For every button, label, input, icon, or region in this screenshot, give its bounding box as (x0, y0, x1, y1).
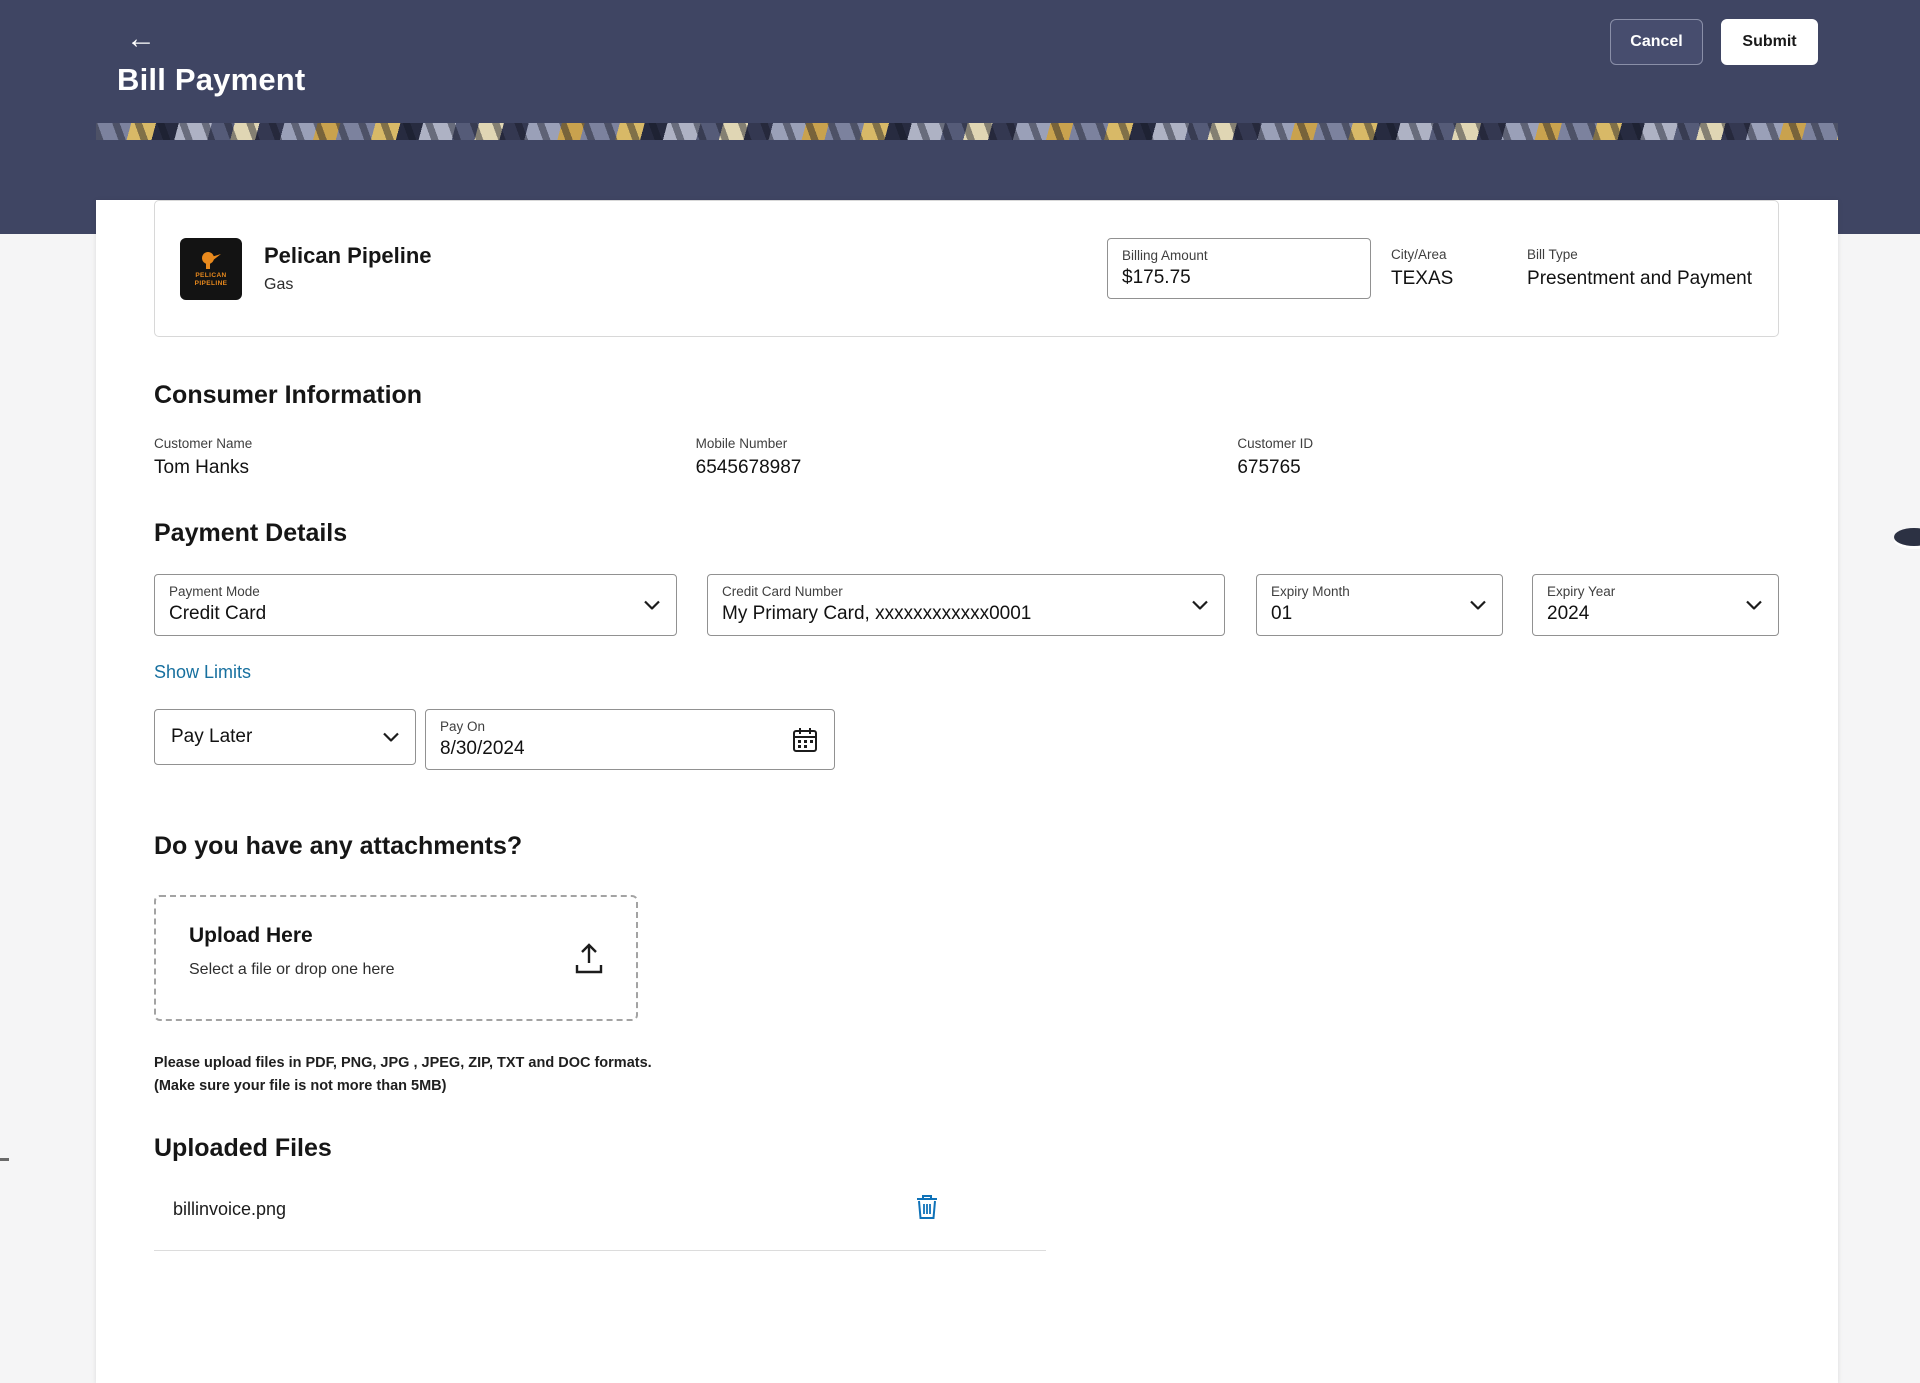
biller-category: Gas (264, 276, 432, 294)
billing-amount-field[interactable]: Billing Amount $175.75 (1107, 238, 1371, 299)
expiry-year-label: Expiry Year (1547, 584, 1764, 599)
file-upload-dropzone[interactable]: Upload Here Select a file or drop one he… (154, 895, 638, 1021)
uploaded-file-name: billinvoice.png (173, 1199, 286, 1219)
decorative-banner-image (96, 123, 1838, 140)
payment-mode-label: Payment Mode (169, 584, 662, 599)
expiry-month-label: Expiry Month (1271, 584, 1488, 599)
customer-id-label: Customer ID (1237, 436, 1779, 451)
biller-name: Pelican Pipeline (264, 243, 432, 269)
mobile-number-label: Mobile Number (696, 436, 1238, 451)
payment-details-heading: Payment Details (154, 519, 1779, 548)
consumer-information-heading: Consumer Information (154, 381, 1779, 410)
credit-card-number-label: Credit Card Number (722, 584, 1210, 599)
upload-size-note: (Make sure your file is not more than 5M… (154, 1078, 1779, 1094)
bill-type-label: Bill Type (1527, 247, 1752, 262)
expiry-year-select[interactable]: Expiry Year 2024 (1532, 574, 1779, 636)
expiry-year-value: 2024 (1547, 603, 1764, 625)
bill-type-value: Presentment and Payment (1527, 268, 1752, 290)
upload-here-title: Upload Here (189, 924, 636, 948)
chevron-down-icon (383, 733, 399, 742)
back-arrow-icon: ← (126, 22, 156, 55)
pay-on-value: 8/30/2024 (440, 738, 820, 760)
uploaded-files-heading: Uploaded Files (154, 1134, 1779, 1163)
credit-card-number-select[interactable]: Credit Card Number My Primary Card, xxxx… (707, 574, 1225, 636)
pay-option-value: Pay Later (171, 726, 252, 748)
pay-on-date-field[interactable]: Pay On 8/30/2024 (425, 709, 835, 770)
page-title: Bill Payment (117, 62, 305, 98)
edge-artifact-left (0, 1158, 9, 1161)
chevron-down-icon (644, 601, 660, 610)
billing-amount-label: Billing Amount (1122, 248, 1356, 263)
chevron-down-icon (1746, 601, 1762, 610)
content-card: PELICAN PIPELINE Pelican Pipeline Gas Bi… (96, 123, 1838, 1383)
upload-formats-note: Please upload files in PDF, PNG, JPG , J… (154, 1055, 1779, 1071)
biller-logo-text: PELICAN PIPELINE (195, 272, 228, 288)
edge-artifact-right (1894, 528, 1920, 546)
chevron-down-icon (1192, 601, 1208, 610)
expiry-month-value: 01 (1271, 603, 1488, 625)
submit-button[interactable]: Submit (1721, 19, 1818, 65)
delete-file-icon[interactable] (916, 1194, 938, 1220)
calendar-icon[interactable] (792, 727, 818, 753)
billing-amount-value: $175.75 (1122, 267, 1356, 289)
show-limits-link[interactable]: Show Limits (154, 662, 251, 683)
mobile-number-value: 6545678987 (696, 457, 1238, 479)
customer-name-label: Customer Name (154, 436, 696, 451)
back-button[interactable]: ← (126, 24, 156, 54)
pay-option-select[interactable]: Pay Later (154, 709, 416, 765)
biller-logo: PELICAN PIPELINE (180, 238, 242, 300)
expiry-month-select[interactable]: Expiry Month 01 (1256, 574, 1503, 636)
upload-icon (574, 943, 604, 975)
biller-summary-card: PELICAN PIPELINE Pelican Pipeline Gas Bi… (154, 200, 1779, 337)
credit-card-number-value: My Primary Card, xxxxxxxxxxxx0001 (722, 603, 1210, 625)
payment-mode-select[interactable]: Payment Mode Credit Card (154, 574, 677, 636)
attachments-heading: Do you have any attachments? (154, 832, 1779, 861)
pay-on-label: Pay On (440, 719, 820, 734)
customer-name-value: Tom Hanks (154, 457, 696, 479)
pelican-icon (199, 250, 223, 270)
consumer-information-row: Customer Name Tom Hanks Mobile Number 65… (154, 436, 1779, 479)
payment-mode-value: Credit Card (169, 603, 662, 625)
cancel-button[interactable]: Cancel (1610, 19, 1703, 65)
uploaded-file-row: billinvoice.png (154, 1199, 1046, 1251)
city-area-label: City/Area (1391, 247, 1504, 262)
pay-options-row: Pay Later Pay On 8/30/2024 (154, 709, 1779, 770)
payment-selects-row: Payment Mode Credit Card Credit Card Num… (154, 574, 1779, 636)
chevron-down-icon (1470, 601, 1486, 610)
city-area-value: TEXAS (1391, 268, 1504, 290)
upload-subtitle: Select a file or drop one here (189, 961, 636, 979)
customer-id-value: 675765 (1237, 457, 1779, 479)
